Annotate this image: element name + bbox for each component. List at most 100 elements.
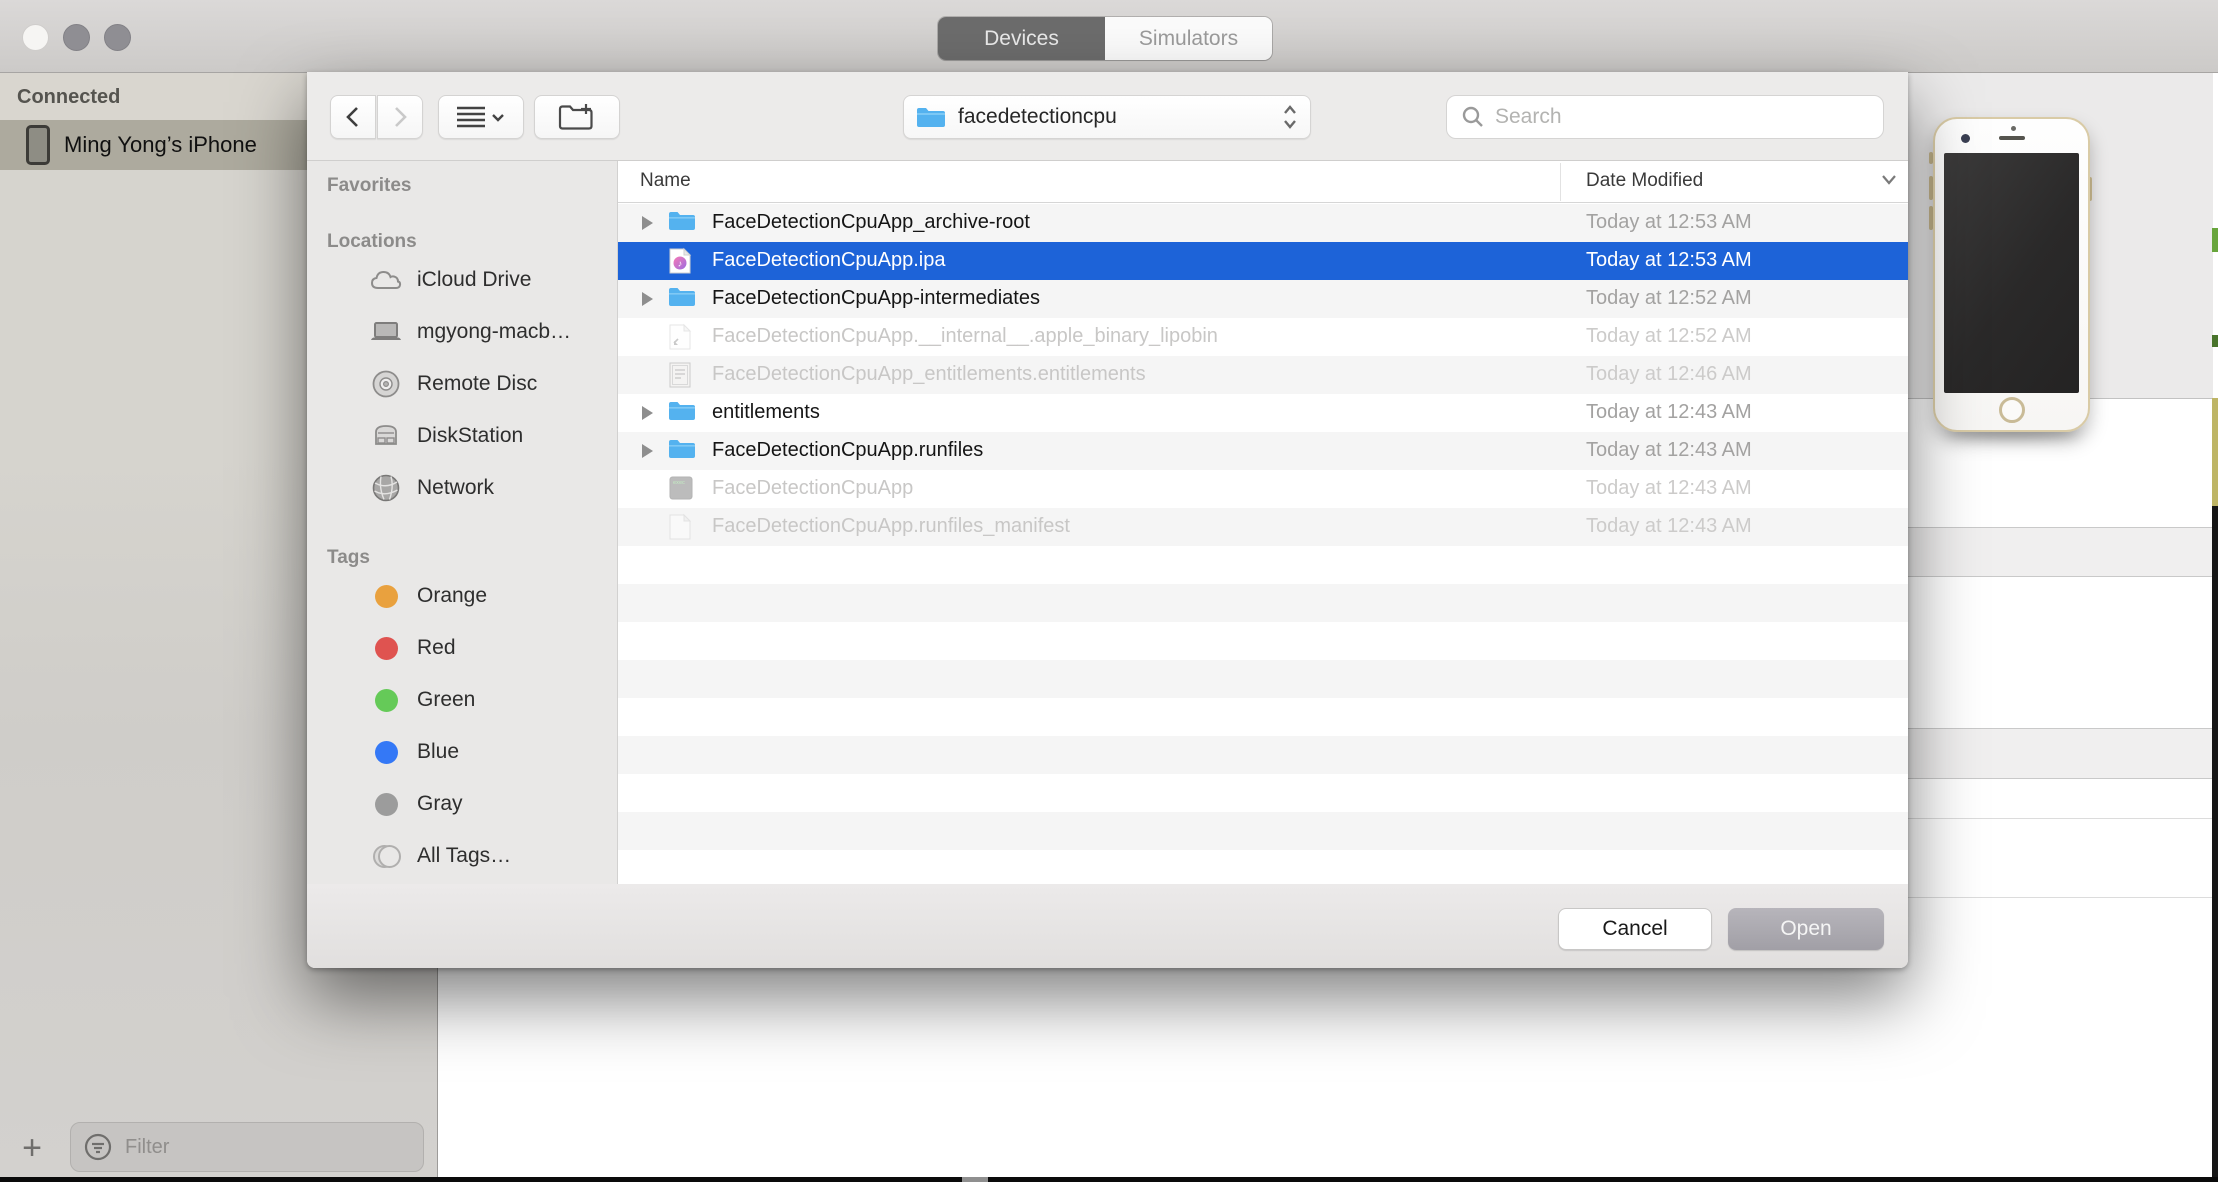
sidebar-item-red[interactable]: Red	[307, 622, 617, 674]
file-name: FaceDetectionCpuApp.ipa	[712, 249, 945, 272]
sidebar-item-label: Orange	[417, 584, 487, 608]
desktop-edge-sliver	[2212, 335, 2218, 347]
search-input[interactable]	[1493, 104, 1833, 130]
sidebar-item-label: Blue	[417, 740, 459, 764]
add-device-button[interactable]: +	[12, 1128, 52, 1168]
home-button	[1999, 397, 2025, 423]
new-folder-icon	[558, 102, 596, 132]
file-icon-wrap	[668, 437, 696, 465]
updown-chevrons-icon	[1282, 104, 1298, 130]
file-icon-wrap	[668, 209, 696, 237]
disclosure-triangle-icon[interactable]	[642, 406, 653, 420]
file-name: FaceDetectionCpuApp-intermediates	[712, 287, 1040, 310]
file-icon-wrap	[668, 285, 696, 313]
sidebar-item-icon-wrap	[369, 471, 403, 505]
tag-dot	[375, 793, 398, 816]
tab-devices[interactable]: Devices	[938, 17, 1105, 60]
tab-simulators[interactable]: Simulators	[1105, 17, 1272, 60]
sidebar-item-all-tags-[interactable]: All Tags…	[307, 830, 617, 882]
sidebar-item-blue[interactable]: Blue	[307, 726, 617, 778]
new-folder-button[interactable]	[534, 95, 620, 139]
back-button[interactable]	[330, 95, 376, 139]
file-icon-wrap: ♪	[668, 247, 696, 275]
sidebar-section-title-locations: Locations	[327, 230, 617, 254]
file-date-modified: Today at 12:53 AM	[1586, 249, 1752, 272]
sidebar-item-gray[interactable]: Gray	[307, 778, 617, 830]
file-name: FaceDetectionCpuApp_entitlements.entitle…	[712, 363, 1146, 386]
file-row[interactable]: FaceDetectionCpuApp_entitlements.entitle…	[618, 356, 1908, 394]
screen-bottom-strip-gap	[962, 1177, 988, 1182]
search-field[interactable]	[1446, 95, 1884, 139]
sidebar-item-mgyong-macb-[interactable]: mgyong-macb…	[307, 306, 617, 358]
file-row[interactable]: FaceDetectionCpuApp_archive-rootToday at…	[618, 204, 1908, 242]
sidebar-item-label: Gray	[417, 792, 463, 816]
file-date-modified: Today at 12:43 AM	[1586, 515, 1752, 538]
view-options-button[interactable]	[438, 95, 524, 139]
close-traffic-light-icon[interactable]	[22, 24, 49, 51]
cancel-button[interactable]: Cancel	[1558, 908, 1712, 950]
list-view-icon	[455, 104, 507, 130]
sidebar-item-icon-wrap	[369, 367, 403, 401]
filter-field[interactable]	[70, 1122, 424, 1172]
sidebar-item-orange[interactable]: Orange	[307, 570, 617, 622]
open-button[interactable]: Open	[1728, 908, 1884, 950]
sidebar-section-gap	[307, 198, 617, 230]
iphone-icon	[26, 125, 50, 165]
svg-text:exec: exec	[673, 480, 685, 486]
file-row[interactable]: execFaceDetectionCpuAppToday at 12:43 AM	[618, 470, 1908, 508]
server-icon	[370, 422, 402, 450]
column-divider[interactable]	[1560, 163, 1561, 201]
current-folder-dropdown[interactable]: facedetectioncpu	[903, 95, 1311, 139]
tag-dot	[375, 585, 398, 608]
file-row[interactable]: FaceDetectionCpuApp.runfiles_manifest Tod…	[618, 508, 1908, 546]
file-row[interactable]: FaceDetectionCpuApp-intermediatesToday a…	[618, 280, 1908, 318]
minimize-traffic-light-icon[interactable]	[63, 24, 90, 51]
sidebar-item-label: DiskStation	[417, 424, 523, 448]
sidebar-item-icon-wrap	[369, 787, 403, 821]
sidebar-item-green[interactable]: Green	[307, 674, 617, 726]
filter-input[interactable]	[123, 1135, 377, 1160]
column-header-name[interactable]: Name	[640, 170, 691, 192]
file-row[interactable]: FaceDetectionCpuApp.__internal__.apple_b…	[618, 318, 1908, 356]
sidebar-item-label: mgyong-macb…	[417, 320, 571, 344]
sidebar-item-network[interactable]: Network	[307, 462, 617, 514]
devices-window: Devices Simulators Connected Ming Yong’s…	[0, 0, 2218, 1182]
zoom-traffic-light-icon[interactable]	[104, 24, 131, 51]
column-header-date-modified[interactable]: Date Modified	[1586, 170, 1703, 192]
sidebar-section-title-favorites: Favorites	[327, 174, 617, 198]
file-name: FaceDetectionCpuApp.runfiles_manifest	[712, 515, 1070, 538]
globe-icon	[371, 473, 401, 503]
disc-icon	[371, 369, 401, 399]
devices-simulators-segmented-control: Devices Simulators	[938, 17, 1272, 60]
folder-icon	[668, 399, 696, 423]
file-icon-wrap	[668, 513, 696, 541]
file-list: Name Date Modified FaceDetectionCpuApp_a…	[618, 161, 1908, 884]
folder-icon	[668, 285, 696, 309]
sidebar-item-label: All Tags…	[417, 844, 511, 868]
connected-section-label: Connected	[17, 86, 120, 109]
file-date-modified: Today at 12:53 AM	[1586, 211, 1752, 234]
file-row[interactable]: ♪ FaceDetectionCpuApp.ipa Today at 12:53 A…	[618, 242, 1908, 280]
sidebar-item-icon-wrap	[369, 735, 403, 769]
file-row[interactable]: entitlementsToday at 12:43 AM	[618, 394, 1908, 432]
unix-executable-icon: exec	[668, 475, 694, 501]
section-band	[1908, 728, 2213, 779]
disclosure-triangle-icon[interactable]	[642, 216, 653, 230]
sidebar-item-icloud-drive[interactable]: iCloud Drive	[307, 254, 617, 306]
section-band	[1908, 527, 2213, 577]
sidebar-item-diskstation[interactable]: DiskStation	[307, 410, 617, 462]
ipa-file-icon: ♪	[668, 247, 692, 275]
sidebar-item-icon-wrap	[369, 683, 403, 717]
laptop-icon	[369, 320, 403, 344]
iphone-device-photo	[1933, 117, 2090, 432]
sidebar-item-label: Red	[417, 636, 456, 660]
sidebar-item-remote-disc[interactable]: Remote Disc	[307, 358, 617, 410]
proximity-sensor-dot	[2011, 126, 2016, 131]
forward-button[interactable]	[377, 95, 423, 139]
disclosure-triangle-icon[interactable]	[642, 444, 653, 458]
filter-icon	[83, 1132, 113, 1162]
entitlements-file-icon	[668, 361, 692, 389]
disclosure-triangle-icon[interactable]	[642, 292, 653, 306]
file-name: FaceDetectionCpuApp.__internal__.apple_b…	[712, 325, 1218, 348]
file-row[interactable]: FaceDetectionCpuApp.runfilesToday at 12:…	[618, 432, 1908, 470]
